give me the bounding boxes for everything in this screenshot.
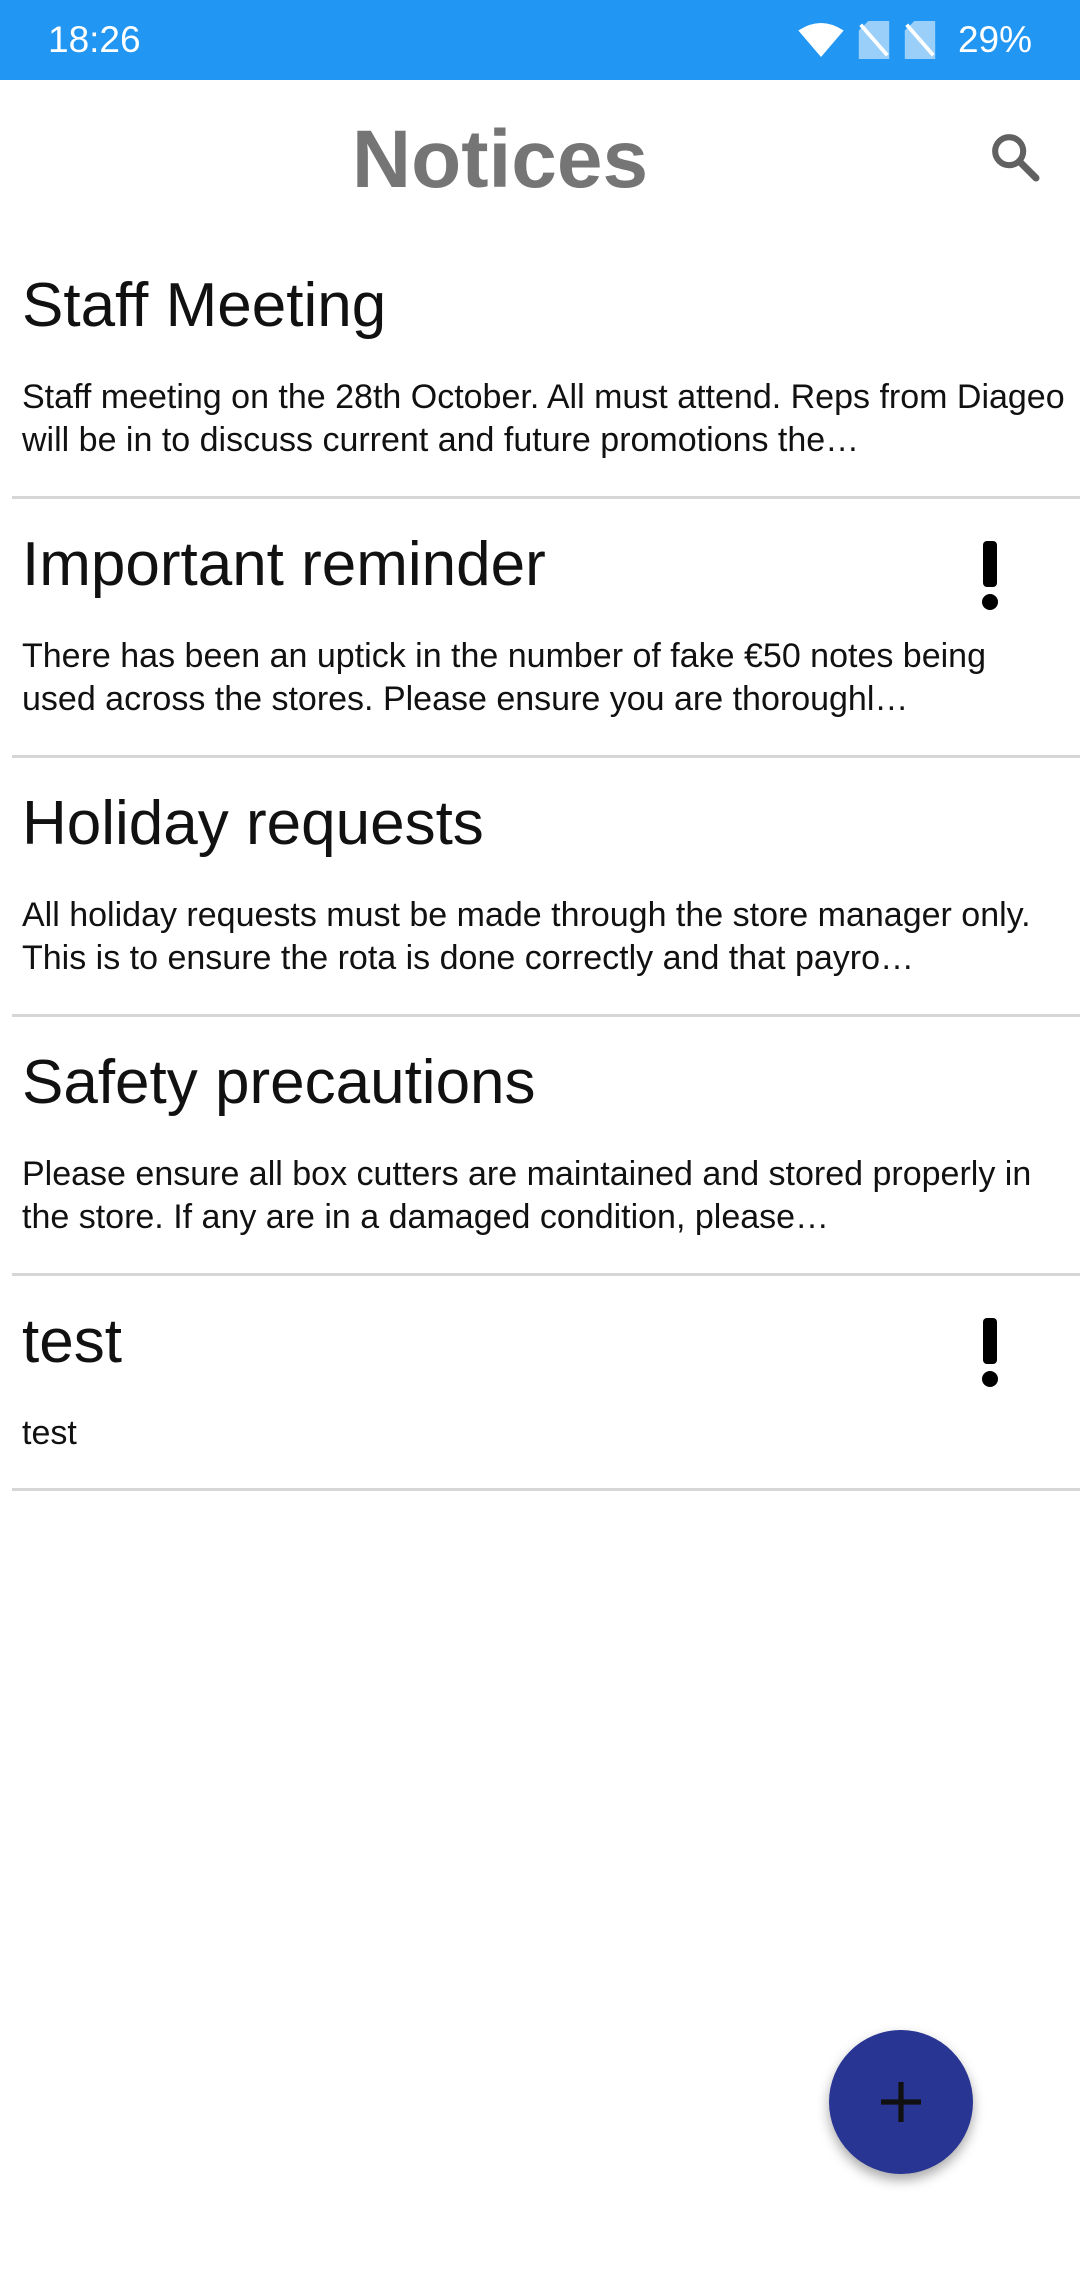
battery-level: 29%: [957, 19, 1032, 60]
notice-list: Staff Meeting Staff meeting on the 28th …: [0, 240, 1080, 1491]
important-icon: [982, 541, 998, 610]
notice-title: test: [22, 1307, 122, 1376]
notice-title: Safety precautions: [22, 1048, 536, 1117]
add-notice-button[interactable]: [829, 2030, 973, 2174]
notice-body: There has been an uptick in the number o…: [22, 637, 986, 718]
notice-item[interactable]: Safety precautions Please ensure all box…: [12, 1017, 1080, 1276]
important-icon: [982, 1318, 998, 1387]
notice-body: All holiday requests must be made throug…: [22, 896, 1031, 977]
notice-title: Staff Meeting: [22, 271, 387, 340]
notice-item[interactable]: test test: [12, 1276, 1080, 1491]
status-time: 18:26: [48, 19, 141, 60]
notice-body: test: [22, 1414, 77, 1452]
app-bar: Notices: [0, 80, 1080, 235]
page-title: Notices: [351, 114, 649, 205]
no-sim-icon: [904, 21, 936, 59]
plus-icon: [881, 2082, 921, 2122]
notice-item[interactable]: Holiday requests All holiday requests mu…: [12, 758, 1080, 1017]
notice-item[interactable]: Important reminder There has been an upt…: [12, 499, 1080, 758]
notice-title: Important reminder: [22, 530, 546, 599]
search-icon: [992, 134, 1040, 182]
notice-item[interactable]: Staff Meeting Staff meeting on the 28th …: [12, 240, 1080, 499]
notice-body: Staff meeting on the 28th October. All m…: [22, 378, 1065, 459]
notice-title: Holiday requests: [22, 789, 484, 858]
notice-body: Please ensure all box cutters are mainta…: [22, 1155, 1032, 1236]
no-sim-icon: [858, 21, 890, 59]
status-bar: 18:26 29%: [0, 0, 1080, 80]
wifi-icon: [798, 23, 844, 57]
search-button[interactable]: [980, 122, 1050, 192]
status-icons: 29%: [798, 19, 1032, 61]
